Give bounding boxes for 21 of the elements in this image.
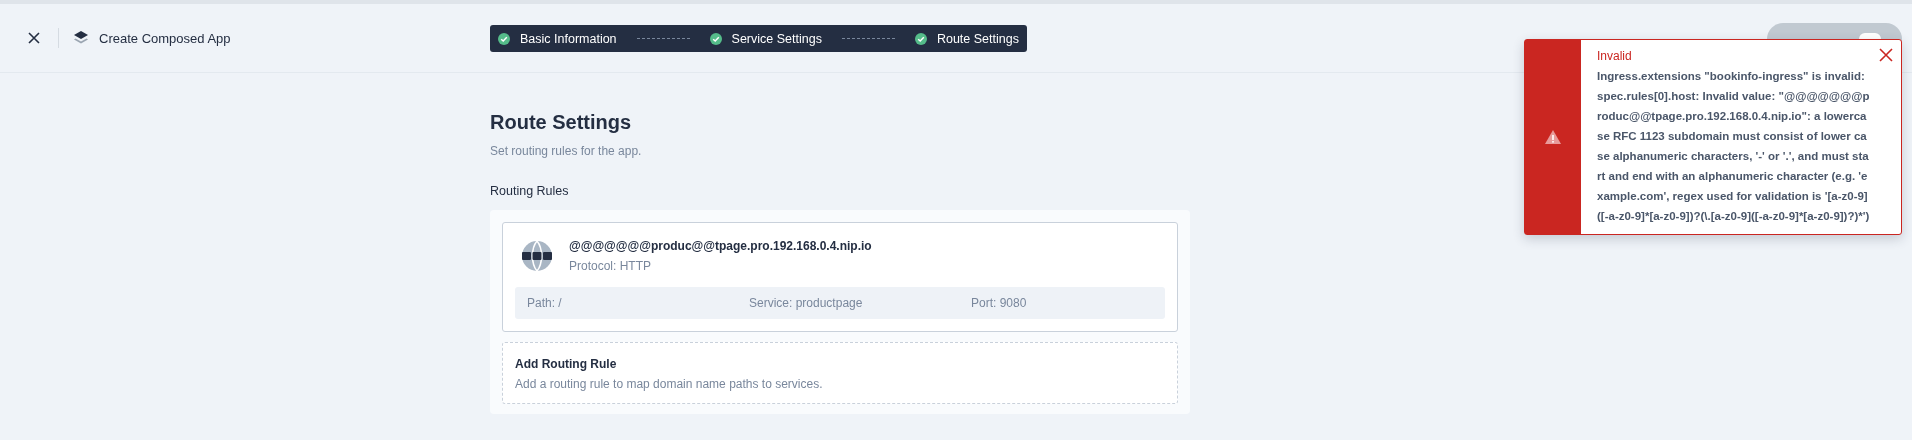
warning-icon xyxy=(1545,130,1561,144)
group-label: Routing Rules xyxy=(490,184,570,198)
port-text: Port: 9080 xyxy=(971,296,1027,310)
page-title: Create Composed App xyxy=(99,30,231,46)
section-subtitle: Set routing rules for the app. xyxy=(490,144,643,158)
path-text: Path: / xyxy=(527,296,563,310)
rule-host: @@@@@@@produc@@tpage.pro.192.168.0.4.nip.io xyxy=(569,239,872,253)
step-label: Route Settings xyxy=(936,31,1019,46)
toast-message: Ingress.extensions "bookinfo-ingress" is invalid: spec.rules[0].host: Invalid value: "@@@@@@@produc@@tpage.pro.192.168.0.4.nip.io": a lowercase RFC 1123 subdomain must consist of lower case alphanumeric characters, '-' or '.', and must start and end with an alphanumeric character (e.g. 'example.com', regex used for validation is '[a-z0-9]([-a-z0-9]*[a-z0-9])?(\.[a-z0-9]([-a-z0-9]*[a-z0-9])?)*') xyxy=(1597,69,1871,224)
step-label: Basic Information xyxy=(520,31,617,46)
add-rule-card[interactable]: Add Routing Rule Add a routing rule to map domain name paths to services. xyxy=(502,342,1178,404)
rule-protocol: Protocol: HTTP xyxy=(569,259,653,273)
step-label: Service Settings xyxy=(731,31,822,46)
service-text: Service: productpage xyxy=(749,296,864,310)
close-icon[interactable] xyxy=(1879,48,1893,62)
globe-icon xyxy=(521,240,553,272)
rule-card[interactable]: @@@@@@@produc@@tpage.pro.192.168.0.4.nip.io Protocol: HTTP Path: / Service: productpage Port: 9080 xyxy=(502,222,1178,332)
layers-icon xyxy=(73,30,89,46)
close-button[interactable] xyxy=(26,30,42,46)
section-title: Route Settings xyxy=(490,111,633,134)
toast-title: Invalid xyxy=(1597,48,1633,65)
